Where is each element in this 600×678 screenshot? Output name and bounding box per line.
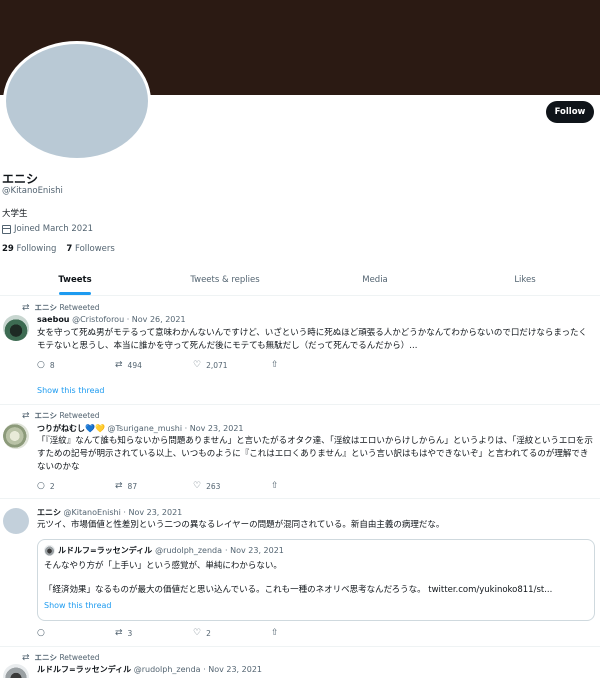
profile-bio: 大学生	[2, 209, 28, 219]
avatar[interactable]	[3, 508, 29, 534]
avatar[interactable]	[3, 423, 29, 449]
quote-text-line-2: 「経済効果」なるものが最大の価値だと思い込んでいる。これも一種のネオリベ思考なん…	[44, 585, 553, 595]
tweet-header: saebou @Cristoforou · Nov 26, 2021	[37, 315, 186, 324]
reply-button[interactable]: ○ 8	[37, 360, 115, 370]
share-icon: ⇧	[271, 481, 279, 491]
tweet-actions: ○ 2 ⇄ 87 ♡ 263 ⇧	[37, 481, 349, 491]
tweet-4[interactable]: ⇄ エニシ Retweeted ルドルフ=ラッセンディル @rudolph_ze…	[0, 647, 600, 678]
retweet-icon: ⇄	[22, 652, 30, 663]
tweet-actions: ○ 8 ⇄ 494 ♡ 2,071 ⇧	[37, 360, 349, 370]
retweet-button[interactable]: ⇄ 3	[115, 628, 193, 638]
like-button[interactable]: ♡ 2,071	[193, 360, 271, 370]
author-name[interactable]: つりがねむし💙💛	[37, 424, 105, 433]
tweet-header: つりがねむし💙💛 @Tsurigane_mushi · Nov 23, 2021	[37, 423, 244, 434]
tweet-date[interactable]: · Nov 26, 2021	[127, 315, 186, 324]
author-name[interactable]: エニシ	[37, 508, 61, 517]
retweet-icon: ⇄	[115, 628, 123, 638]
tweet-header: エニシ @KitanoEnishi · Nov 23, 2021	[37, 507, 182, 518]
show-thread-link[interactable]: Show this thread	[44, 601, 112, 610]
retweet-indicator: ⇄ エニシ Retweeted	[22, 410, 100, 421]
quote-avatar	[44, 545, 55, 556]
quote-header: ルドルフ=ラッセンディル @rudolph_zenda · Nov 23, 20…	[44, 545, 284, 556]
retweet-button[interactable]: ⇄ 494	[115, 360, 193, 370]
reply-icon: ○	[37, 628, 45, 638]
followers-link[interactable]: 7 Followers	[66, 244, 114, 254]
joined-text: Joined March 2021	[14, 224, 94, 234]
share-icon: ⇧	[271, 360, 279, 370]
author-handle[interactable]: @Tsurigane_mushi	[107, 424, 182, 433]
author-name[interactable]: ルドルフ=ラッセンディル	[37, 665, 131, 674]
profile-name: エニシ	[2, 172, 39, 186]
follow-button[interactable]: Follow	[546, 101, 594, 123]
tweet-2[interactable]: ⇄ エニシ Retweeted つりがねむし💙💛 @Tsurigane_mush…	[0, 405, 600, 499]
share-icon: ⇧	[271, 628, 279, 638]
calendar-icon	[2, 224, 11, 234]
tweet-1[interactable]: ⇄ エニシ Retweeted saebou @Cristoforou · No…	[0, 297, 600, 405]
tweet-header: ルドルフ=ラッセンディル @rudolph_zenda · Nov 23, 20…	[37, 664, 262, 675]
author-handle[interactable]: @KitanoEnishi	[64, 508, 121, 517]
tab-tweets-replies[interactable]: Tweets & replies	[150, 264, 300, 295]
reply-button[interactable]: ○ 2	[37, 481, 115, 491]
tweet-date[interactable]: · Nov 23, 2021	[185, 424, 244, 433]
tab-media[interactable]: Media	[300, 264, 450, 295]
author-name[interactable]: saebou	[37, 315, 70, 324]
follow-counts: 29 Following 7 Followers	[2, 244, 115, 254]
share-button[interactable]: ⇧	[271, 360, 349, 370]
avatar[interactable]	[3, 664, 29, 678]
retweet-icon: ⇄	[22, 302, 30, 313]
author-handle[interactable]: @rudolph_zenda	[134, 665, 201, 674]
tweet-text: 元ツイ、市場価値と性差別という二つの異なるレイヤーの問題が混同されている。新自由…	[37, 520, 445, 530]
show-thread-link[interactable]: Show this thread	[37, 386, 105, 395]
retweet-icon: ⇄	[22, 410, 30, 421]
heart-icon: ♡	[193, 481, 202, 491]
reply-icon: ○	[37, 481, 45, 491]
tweet-text: 女を守って死ぬ男がモテるって意味わかんないんですけど、いざという時に死ぬほど頑張…	[37, 328, 588, 351]
reply-icon: ○	[37, 360, 45, 370]
following-link[interactable]: 29 Following	[2, 244, 56, 254]
tweet-actions: ○ ⇄ 3 ♡ 2 ⇧	[37, 628, 349, 638]
share-button[interactable]: ⇧	[271, 628, 349, 638]
retweet-button[interactable]: ⇄ 87	[115, 481, 193, 491]
profile-avatar[interactable]	[3, 41, 151, 161]
like-button[interactable]: ♡ 263	[193, 481, 271, 491]
tweet-date[interactable]: · Nov 23, 2021	[203, 665, 262, 674]
profile-tabs: Tweets Tweets & replies Media Likes	[0, 264, 600, 296]
avatar[interactable]	[3, 315, 29, 341]
tweet-date[interactable]: · Nov 23, 2021	[123, 508, 182, 517]
heart-icon: ♡	[193, 628, 202, 638]
profile-handle: @KitanoEnishi	[2, 186, 63, 196]
tab-likes[interactable]: Likes	[450, 264, 600, 295]
retweet-icon: ⇄	[115, 360, 123, 370]
share-button[interactable]: ⇧	[271, 481, 349, 491]
tweet-3[interactable]: エニシ @KitanoEnishi · Nov 23, 2021 元ツイ、市場価…	[0, 499, 600, 647]
retweet-icon: ⇄	[115, 481, 123, 491]
like-button[interactable]: ♡ 2	[193, 628, 271, 638]
quote-text-line-1: そんなやり方が「上手い」という感覚が、単純にわからない。	[44, 561, 282, 571]
quoted-tweet[interactable]: ルドルフ=ラッセンディル @rudolph_zenda · Nov 23, 20…	[37, 539, 595, 621]
tweet-text: 「『淫紋』なんて誰も知らないから問題ありません」と言いたがるオタク達、「淫紋はエ…	[37, 436, 593, 472]
reply-button[interactable]: ○	[37, 628, 115, 638]
retweet-indicator: ⇄ エニシ Retweeted	[22, 652, 100, 663]
joined-date: Joined March 2021	[2, 224, 93, 234]
retweet-indicator: ⇄ エニシ Retweeted	[22, 302, 100, 313]
heart-icon: ♡	[193, 360, 202, 370]
author-handle[interactable]: @Cristoforou	[72, 315, 124, 324]
tab-tweets[interactable]: Tweets	[0, 264, 150, 295]
